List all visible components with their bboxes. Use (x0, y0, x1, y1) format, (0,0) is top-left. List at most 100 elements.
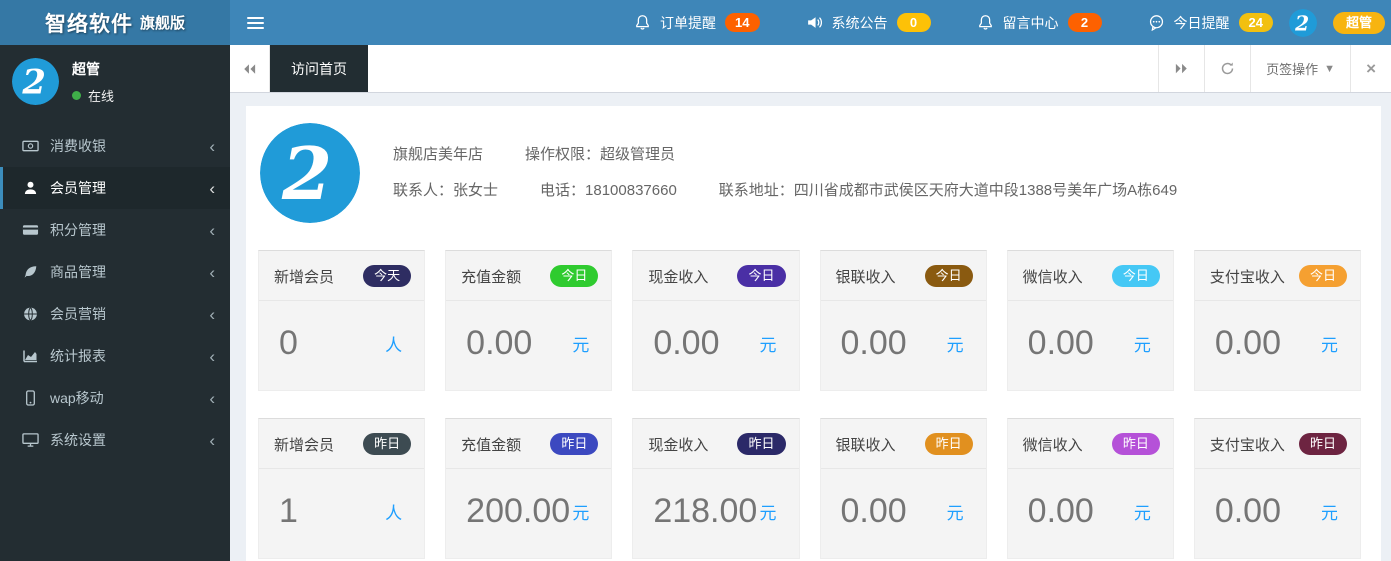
close-tab-button[interactable]: × (1350, 45, 1391, 92)
stat-card-unit: 元 (759, 504, 777, 523)
topbar-nav-item-label: 今日提醒 (1173, 14, 1230, 31)
sidebar-item-5[interactable]: 会员营销 ‹ (0, 293, 230, 335)
stat-card-value: 0 (279, 324, 298, 362)
svg-text:2: 2 (1294, 11, 1309, 35)
stat-card: 新增会员 今天 0 人 (258, 250, 426, 391)
user-icon (20, 180, 40, 196)
stat-card-label: 充值金额 (461, 436, 522, 454)
stat-card-label: 现金收入 (648, 268, 709, 286)
notification-count-badge: 0 (896, 13, 931, 32)
stat-card-period-badge: 今日 (737, 265, 786, 287)
stat-card-period-badge: 今日 (550, 265, 599, 287)
stat-card-value: 0.00 (1027, 492, 1094, 530)
app-logo-edition: 旗舰版 (139, 15, 185, 32)
stat-card-unit: 元 (1133, 336, 1151, 355)
tab-actions-dropdown[interactable]: 页签操作 ▼ (1250, 45, 1350, 92)
stat-card-period-badge: 今日 (1111, 265, 1160, 287)
stat-card-value: 0.00 (1027, 324, 1094, 362)
stat-card: 银联收入 今日 0.00 元 (819, 250, 987, 391)
sidebar-item-1[interactable]: 消费收银 ‹ (0, 125, 230, 167)
topbar-user-area[interactable]: 2 超管 (1288, 0, 1391, 45)
sidebar-item-label: 统计报表 (50, 348, 106, 364)
store-info-section: 2 旗舰店美年店 操作权限：超级管理员 联系人：张女士 电话：181008376… (258, 121, 1369, 223)
topbar-nav-item[interactable]: 订单提醒 14 (634, 13, 760, 33)
stat-card: 新增会员 昨日 1 人 (258, 418, 426, 559)
topbar-nav-item[interactable]: 系统公告 0 (806, 13, 931, 33)
stat-card: 现金收入 今日 0.00 元 (632, 250, 800, 391)
chevron-left-icon: ‹ (209, 304, 215, 324)
sidebar-item-7[interactable]: wap移动 ‹ (0, 377, 230, 419)
double-chevron-left-icon (244, 63, 256, 74)
sidebar-user-avatar[interactable]: 2 (12, 58, 59, 105)
sidebar-item-8[interactable]: 系统设置 ‹ (0, 419, 230, 461)
stat-card-value: 200.00 (466, 492, 571, 530)
store-line-1: 旗舰店美年店 操作权限：超级管理员 (393, 143, 1177, 164)
stat-card-unit: 人 (385, 336, 403, 355)
stat-card: 微信收入 昨日 0.00 元 (1006, 418, 1174, 559)
stat-card-label: 充值金额 (461, 268, 522, 286)
stat-card-label: 现金收入 (648, 436, 709, 454)
sidebar-item-label: 会员管理 (50, 180, 106, 196)
tabs-scroll-left-button[interactable] (230, 45, 270, 92)
svg-text:2: 2 (281, 131, 332, 216)
stat-card-unit: 元 (1321, 336, 1338, 355)
notification-count-badge: 14 (725, 13, 760, 32)
stat-card-period-badge: 昨日 (1111, 433, 1160, 455)
content-wrapper: 2 旗舰店美年店 操作权限：超级管理员 联系人：张女士 电话：181008376… (230, 93, 1391, 561)
store-contact: 联系人：张女士 (393, 182, 499, 199)
stat-card-value: 0.00 (1214, 492, 1282, 530)
globe-icon (20, 306, 40, 322)
desktop-icon (20, 432, 40, 448)
refresh-tab-button[interactable] (1204, 45, 1250, 92)
dashboard-panel: 2 旗舰店美年店 操作权限：超级管理员 联系人：张女士 电话：181008376… (246, 106, 1381, 561)
stat-card-value: 1 (279, 492, 298, 530)
sidebar-item-6[interactable]: 统计报表 ‹ (0, 335, 230, 377)
stat-card-value: 0.00 (840, 492, 907, 530)
store-name: 旗舰店美年店 (393, 146, 484, 163)
chevron-left-icon: ‹ (209, 178, 215, 198)
stat-card-unit: 元 (572, 504, 590, 523)
double-chevron-right-icon (1176, 63, 1187, 74)
topbar-nav-item-label: 订单提醒 (660, 14, 717, 31)
stat-card-period-badge: 昨日 (924, 433, 973, 455)
brand-logo-icon: 2 (1288, 8, 1317, 37)
sidebar-toggle-button[interactable] (230, 0, 280, 45)
store-address: 联系地址：四川省成都市武侯区天府大道中段1388号美年广场A栋649 (718, 182, 1178, 199)
store-permission: 操作权限：超级管理员 (525, 146, 676, 163)
sidebar-item-4[interactable]: 商品管理 ‹ (0, 251, 230, 293)
topbar-nav-item[interactable]: 留言中心 2 (977, 13, 1102, 33)
stat-card-label: 微信收入 (1022, 436, 1083, 454)
stat-card-label: 支付宝收入 (1209, 436, 1285, 454)
stat-card-label: 新增会员 (274, 268, 335, 286)
app-logo[interactable]: 智络软件 旗舰版 (0, 0, 230, 45)
user-avatar[interactable]: 2 (1288, 8, 1317, 37)
online-status-label: 在线 (88, 88, 115, 104)
stat-card-label: 银联收入 (835, 268, 896, 286)
sidebar-item-3[interactable]: 积分管理 ‹ (0, 209, 230, 251)
stat-card: 银联收入 昨日 0.00 元 (819, 418, 987, 559)
tabs-scroll-right-button[interactable] (1158, 45, 1204, 92)
stat-card-period-badge: 昨日 (363, 433, 412, 455)
topbar-nav-item-label: 留言中心 (1002, 14, 1059, 31)
stat-card-unit: 元 (572, 336, 590, 355)
stat-card-label: 微信收入 (1022, 268, 1083, 286)
topbar-nav-item[interactable]: 今日提醒 24 (1148, 13, 1273, 33)
stat-card: 充值金额 今日 0.00 元 (445, 250, 613, 391)
user-role-badge[interactable]: 超管 (1332, 11, 1385, 34)
tab-home[interactable]: 访问首页 (270, 45, 368, 92)
sidebar-item-2[interactable]: 会员管理 ‹ (0, 167, 230, 209)
stat-card-value: 0.00 (466, 324, 533, 362)
sidebar-item-label: 系统设置 (50, 432, 106, 448)
stat-card-unit: 人 (385, 504, 403, 523)
chevron-left-icon: ‹ (209, 220, 215, 240)
sidebar-item-label: 消费收银 (50, 138, 106, 154)
sidebar-user-status: 在线 (72, 86, 114, 105)
sidebar-item-label: 积分管理 (50, 222, 106, 238)
store-line-2: 联系人：张女士 电话：18100837660 联系地址：四川省成都市武侯区天府大… (393, 179, 1177, 200)
topbar-nav: 订单提醒 14 系统公告 0 留言中心 2 今日提醒 24 (280, 0, 1289, 45)
svg-text:2: 2 (21, 62, 46, 102)
mobile-icon (20, 390, 40, 406)
sidebar: 2 超管 在线 消费收银 ‹ 会员管理 ‹ 积分管理 ‹ 商品管理 ‹ 会员营销… (0, 45, 230, 561)
sidebar-item-label: 商品管理 (50, 264, 106, 280)
sidebar-user-panel: 2 超管 在线 (0, 45, 230, 117)
